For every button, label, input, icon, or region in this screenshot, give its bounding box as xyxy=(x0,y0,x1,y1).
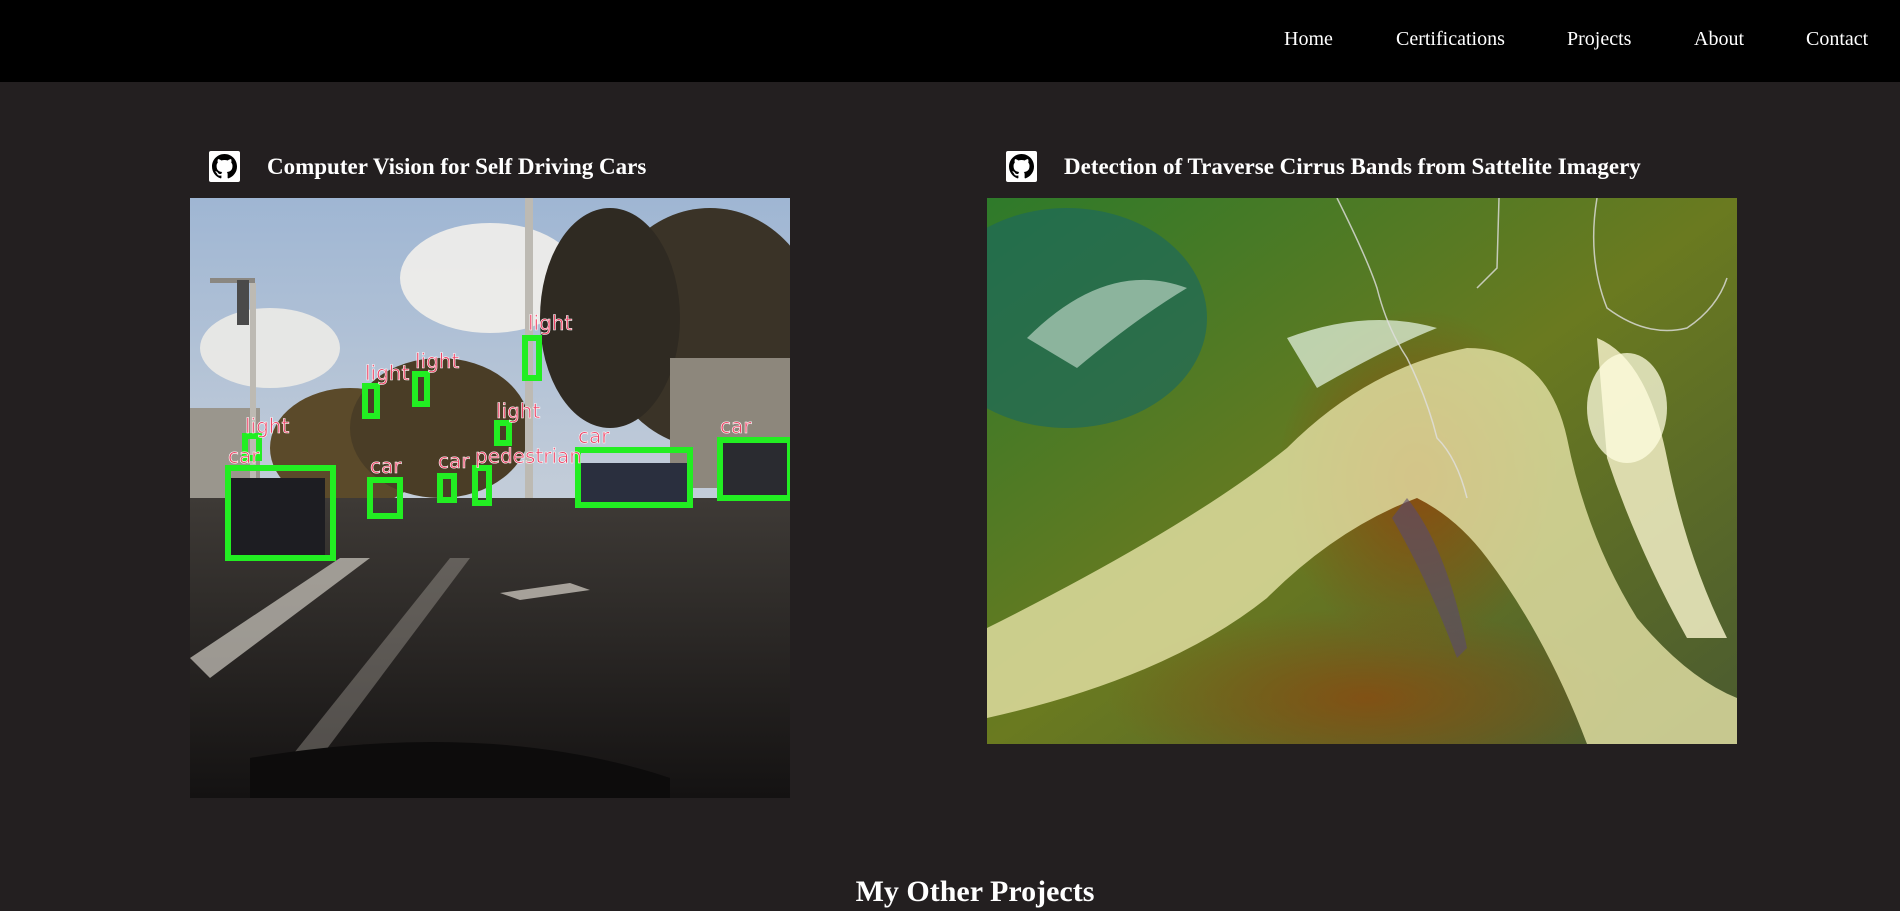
self-driving-image: light light light light light car car ca… xyxy=(190,198,790,798)
github-icon[interactable] xyxy=(1006,151,1037,182)
project-card-header: Detection of Traverse Cirrus Bands from … xyxy=(1006,151,1641,182)
detection-label: pedestrian xyxy=(475,444,582,468)
detection-label: light xyxy=(528,311,572,335)
project-title[interactable]: Detection of Traverse Cirrus Bands from … xyxy=(1064,154,1641,180)
nav-contact[interactable]: Contact xyxy=(1806,28,1868,51)
detection-label: car xyxy=(438,449,470,473)
project-title[interactable]: Computer Vision for Self Driving Cars xyxy=(267,154,646,180)
detection-label: car xyxy=(720,414,752,438)
navbar: Home Certifications Projects About Conta… xyxy=(0,0,1900,82)
nav-about[interactable]: About xyxy=(1694,28,1744,51)
detection-label: light xyxy=(496,399,540,423)
detection-label: light xyxy=(365,361,409,385)
detection-label: car xyxy=(578,424,610,448)
other-projects-heading: My Other Projects xyxy=(855,875,1095,908)
nav-home[interactable]: Home xyxy=(1284,28,1333,51)
nav-certifications[interactable]: Certifications xyxy=(1396,28,1505,51)
satellite-image xyxy=(987,198,1737,744)
project-card-header: Computer Vision for Self Driving Cars xyxy=(209,151,646,182)
detection-label: car xyxy=(370,454,402,478)
detection-label: light xyxy=(245,414,289,438)
detection-label: light xyxy=(415,349,459,373)
nav-projects[interactable]: Projects xyxy=(1567,28,1631,51)
github-icon[interactable] xyxy=(209,151,240,182)
detection-label: car xyxy=(228,444,260,468)
